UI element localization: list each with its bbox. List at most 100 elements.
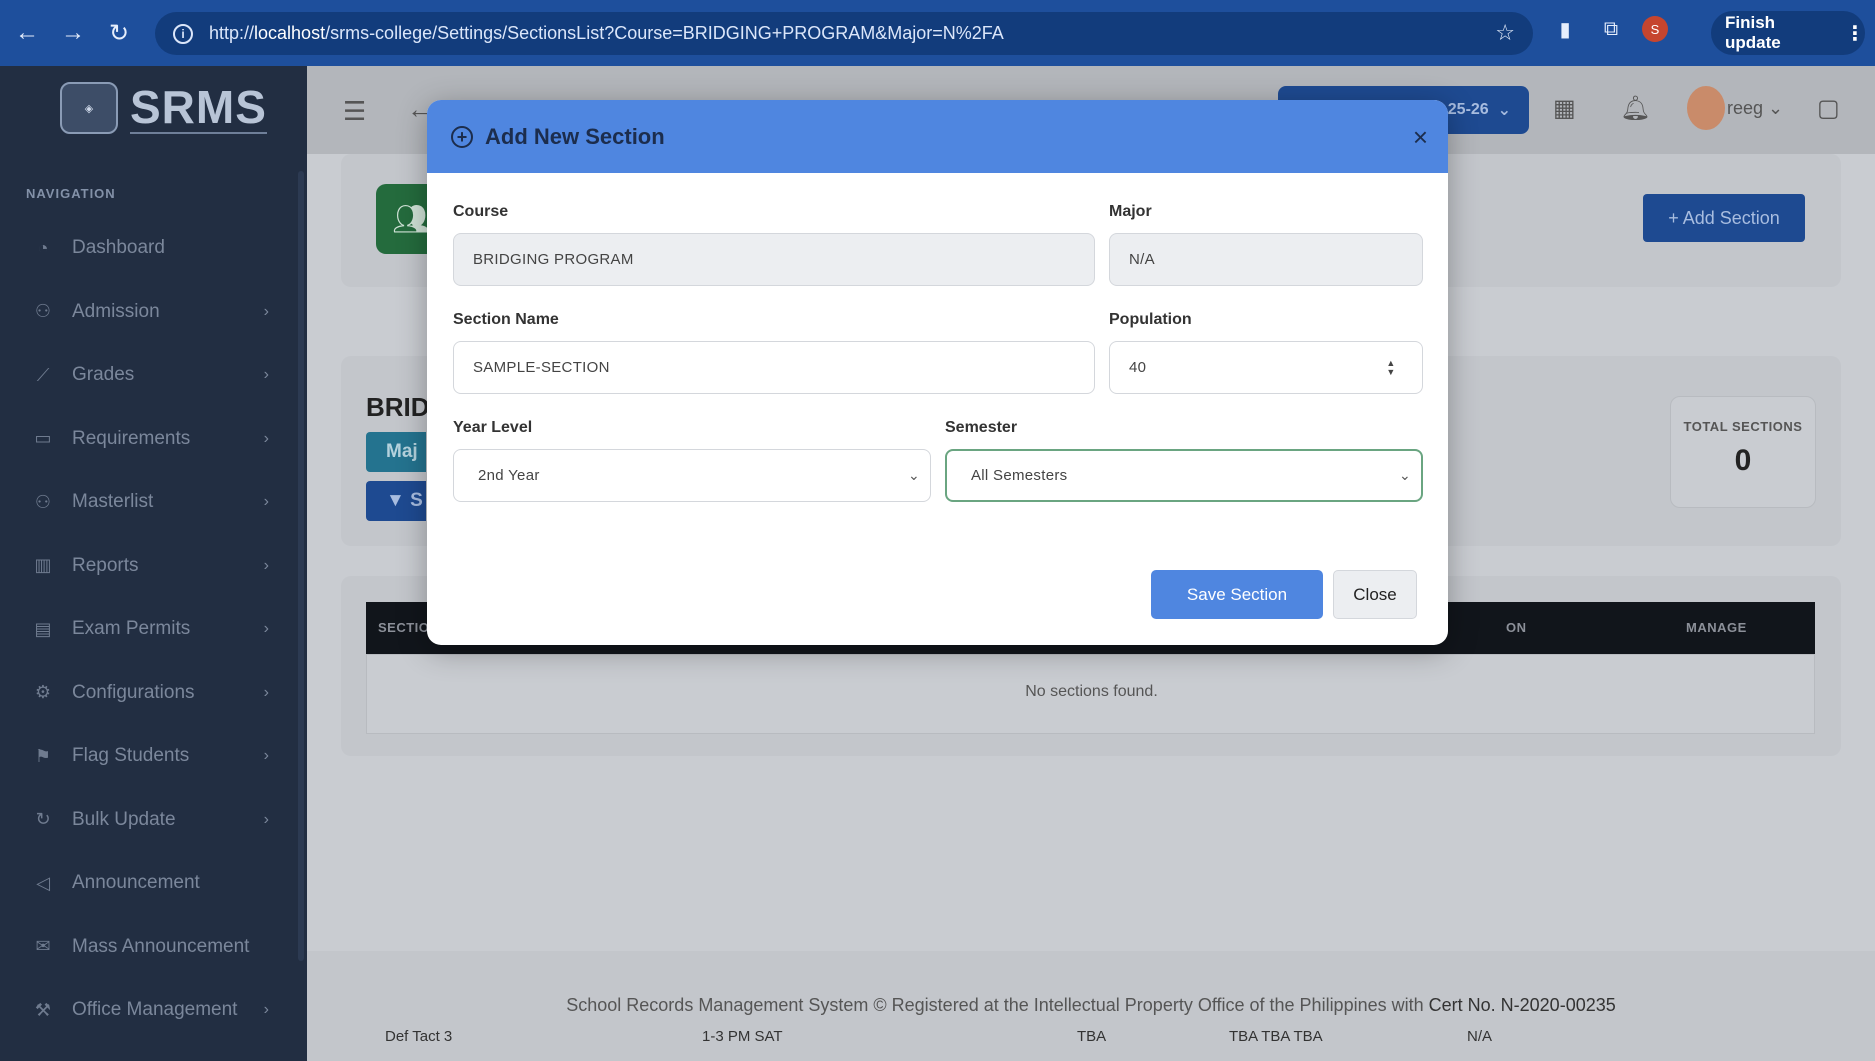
sidebar-scrollbar[interactable] xyxy=(298,171,304,961)
semester-label: Semester xyxy=(945,419,1018,436)
semester-select[interactable]: All Semesters ⌄ xyxy=(945,449,1423,502)
ghost-row-cell: 1-3 PM SAT xyxy=(702,1028,783,1045)
add-section-modal: + Add New Section × Course BRIDGING PROG… xyxy=(427,100,1448,645)
filter-button[interactable]: ▼ S xyxy=(366,481,426,521)
site-info-icon[interactable]: i xyxy=(173,23,193,44)
sidebar-item-masterlist[interactable]: ⚇ Masterlist › xyxy=(0,482,295,522)
chart-line-icon: ⟋ xyxy=(36,364,50,385)
url-host: localhost xyxy=(254,23,326,43)
sidebar-item-label: Masterlist xyxy=(72,491,154,512)
sidebar-item-label: Grades xyxy=(72,364,135,385)
chevron-down-icon: ⌄ xyxy=(1398,467,1411,483)
save-section-button[interactable]: Save Section xyxy=(1151,570,1323,619)
population-label: Population xyxy=(1109,311,1192,328)
sidebar-item-label: Exam Permits xyxy=(72,618,191,639)
apps-grid-icon[interactable]: ▦ xyxy=(1553,94,1576,123)
population-stepper[interactable]: 40 ▲ ▼ xyxy=(1109,341,1423,394)
year-level-select[interactable]: 2nd Year ⌄ xyxy=(453,449,931,502)
close-icon[interactable]: × xyxy=(1413,122,1428,153)
sidebar-item-bulk-update[interactable]: ↻ Bulk Update › xyxy=(0,800,295,840)
logo-emblem-icon: ◈ xyxy=(60,82,118,134)
chevron-right-icon: › xyxy=(263,493,269,510)
gear-icon: ⚙ xyxy=(34,682,52,702)
chevron-down-icon: ⌄ xyxy=(907,467,920,483)
sidebar-item-label: Requirements xyxy=(72,427,191,449)
course-field[interactable]: BRIDGING PROGRAM xyxy=(453,233,1095,286)
chevron-right-icon: › xyxy=(263,429,269,447)
empty-message: No sections found. xyxy=(1025,683,1158,700)
profile-avatar[interactable]: S xyxy=(1642,16,1668,42)
envelope-icon: ✉ xyxy=(35,936,51,956)
chat-icon[interactable]: ▢ xyxy=(1817,94,1840,123)
logo[interactable]: ◈ SRMS xyxy=(60,82,267,134)
sidebar-item-label: Office Management xyxy=(72,999,238,1020)
sidebar-item-label: Configurations xyxy=(72,681,195,703)
bookmark-star-icon[interactable]: ☆ xyxy=(1495,20,1515,46)
reload-icon[interactable]: ↻ xyxy=(100,14,138,52)
chevron-right-icon: › xyxy=(263,747,269,764)
total-sections-box: TOTAL SECTIONS 0 xyxy=(1670,396,1816,508)
column-header-section: SECTIO xyxy=(378,620,430,635)
finish-update-label: Finish update xyxy=(1725,13,1781,52)
address-bar[interactable]: i http://localhost/srms-college/Settings… xyxy=(155,12,1533,55)
reading-list-icon[interactable]: ▮ xyxy=(1550,14,1580,44)
modal-header: + Add New Section × xyxy=(427,100,1448,173)
sidebar-item-grades[interactable]: ⟋ Grades › xyxy=(0,355,295,395)
sidebar-item-label: Bulk Update xyxy=(72,808,176,830)
footer-text: School Records Management System © Regis… xyxy=(307,995,1875,1016)
user-menu[interactable]: reeg ⌄ xyxy=(1727,98,1783,119)
url-path: /srms-college/Settings/SectionsList?Cour… xyxy=(325,23,1004,43)
chevron-right-icon: › xyxy=(263,810,269,828)
back-arrow-icon[interactable]: ← xyxy=(8,14,46,52)
ghost-row-cell: TBA xyxy=(1077,1028,1107,1045)
folder-icon: ▭ xyxy=(34,428,52,448)
sidebar-item-exam-permits[interactable]: ▤ Exam Permits › xyxy=(0,609,295,649)
course-heading: BRID xyxy=(366,392,430,422)
sidebar-item-label: Mass Announcement xyxy=(72,935,250,957)
major-field[interactable]: N/A xyxy=(1109,233,1423,286)
sidebar-item-requirements[interactable]: ▭ Requirements › xyxy=(0,419,295,459)
sidebar-item-flag-students[interactable]: ⚑ Flag Students › xyxy=(0,736,295,776)
ghost-row-cell: Def Tact 3 xyxy=(385,1028,453,1045)
footer-copyright: School Records Management System © Regis… xyxy=(566,995,1424,1015)
hamburger-menu-icon[interactable]: ☰ xyxy=(343,96,366,127)
sidebar-item-mass-announcement[interactable]: ✉ Mass Announcement xyxy=(0,927,295,967)
wrench-icon: ⚒ xyxy=(34,999,52,1020)
user-plus-icon: ⚇ xyxy=(34,301,52,321)
section-name-input[interactable]: SAMPLE-SECTION xyxy=(453,341,1095,394)
extensions-icon[interactable]: ⧉ xyxy=(1596,14,1626,44)
megaphone-icon: ◁ xyxy=(36,872,50,893)
course-label: Course xyxy=(453,203,509,220)
sidebar-item-office-management[interactable]: ⚒ Office Management › xyxy=(0,990,295,1030)
bell-icon[interactable]: 🔔︎ xyxy=(1620,94,1650,123)
avatar[interactable] xyxy=(1687,86,1725,130)
modal-title: Add New Section xyxy=(485,123,665,149)
chevron-right-icon: › xyxy=(263,556,269,574)
gauge-icon: ◔ xyxy=(37,237,49,258)
sidebar-item-announcement[interactable]: ◁ Announcement xyxy=(0,863,295,903)
footer-cert: Cert No. N-2020-00235 xyxy=(1428,995,1616,1015)
finish-update-button[interactable]: Finish update ⋮ xyxy=(1711,11,1865,55)
sidebar-item-reports[interactable]: ▥ Reports › xyxy=(0,546,295,586)
add-section-button[interactable]: + Add Section xyxy=(1643,194,1805,242)
major-badge: Maj xyxy=(366,432,426,472)
column-header-manage: MANAGE xyxy=(1686,620,1747,635)
forward-arrow-icon[interactable]: → xyxy=(54,14,92,52)
sidebar-item-dashboard[interactable]: ◔ Dashboard xyxy=(0,228,295,268)
population-value: 40 xyxy=(1129,359,1147,376)
chevron-right-icon: › xyxy=(263,620,269,637)
sidebar-item-admission[interactable]: ⚇ Admission › xyxy=(0,292,295,332)
flag-icon: ⚑ xyxy=(34,745,52,766)
total-sections-value: 0 xyxy=(1734,444,1752,477)
filter-label: S xyxy=(410,490,423,511)
sidebar-item-configurations[interactable]: ⚙ Configurations › xyxy=(0,673,295,713)
sidebar-item-label: Announcement xyxy=(72,872,200,893)
table-body: No sections found. xyxy=(366,654,1815,734)
kebab-menu-icon[interactable]: ⋮ xyxy=(1845,21,1865,46)
stepper-arrows-icon[interactable]: ▲ ▼ xyxy=(1386,358,1396,378)
users-icon: ⚇ xyxy=(34,491,52,512)
academic-year-label: 25-26 xyxy=(1447,101,1489,118)
close-button[interactable]: Close xyxy=(1333,570,1417,619)
column-header-partial: ON xyxy=(1506,620,1527,635)
brand-name: SRMS xyxy=(130,81,267,134)
